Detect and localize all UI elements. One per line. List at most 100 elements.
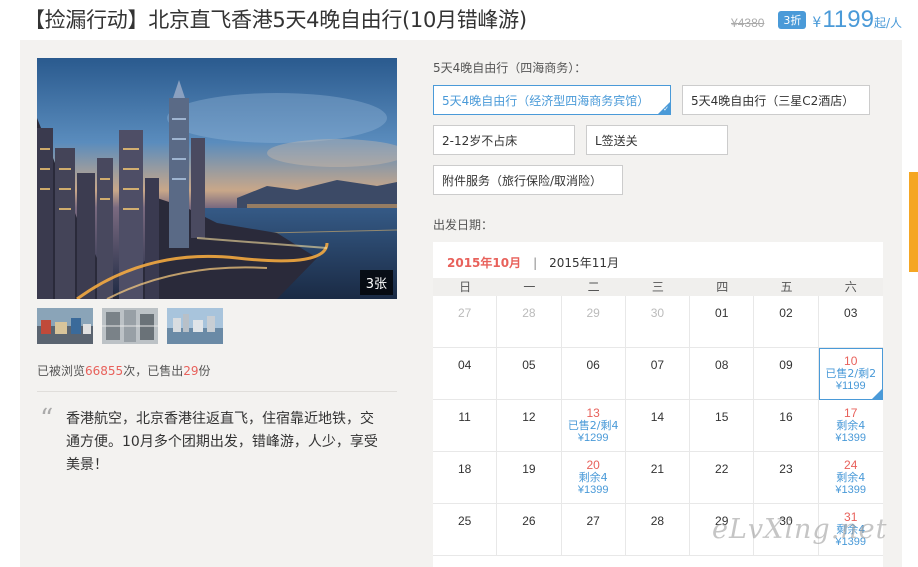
thumbnail-harbor-city[interactable] (167, 308, 223, 344)
thumbnail-street-market[interactable] (37, 308, 93, 344)
calendar-day: 23 (754, 452, 819, 504)
day-number: 22 (715, 462, 729, 476)
package-option-extra-services[interactable]: 附件服务（旅行保险/取消险） (433, 165, 623, 195)
day-number: 07 (650, 358, 665, 372)
day-number: 16 (779, 410, 793, 424)
day-number: 05 (522, 358, 536, 372)
calendar-day-available[interactable]: 17 剩余4 ¥1399 (819, 400, 883, 452)
day-availability: 已售2/剩4 (567, 419, 619, 432)
package-option-child-no-bed[interactable]: 2-12岁不占床 (433, 125, 575, 155)
building-interior-thumb (102, 308, 158, 344)
calendar-day: 04 (433, 348, 498, 400)
calendar-day-available[interactable]: 10 已售2/剩2 ¥1199 (818, 348, 884, 400)
calendar-day: 19 (497, 452, 562, 504)
package-option-label: 5天4晚自由行（三星C2酒店） (691, 93, 855, 108)
calendar-day: 09 (754, 348, 819, 400)
calendar-week: 18 19 20 剩余4 ¥1399 21 22 23 24 剩余4 ¥1399 (433, 452, 883, 504)
day-number: 02 (779, 306, 793, 320)
day-number: 20 (586, 458, 600, 472)
calendar-day: 16 (754, 400, 819, 452)
package-option-label: 5天4晚自由行（经济型四海商务宾馆） (442, 93, 650, 108)
day-number: 24 (844, 458, 858, 472)
calendar-day: 25 (433, 504, 498, 556)
weekday-label: 六 (844, 280, 857, 294)
stats-prefix: 已被浏览 (37, 364, 86, 378)
stats-middle: 次，已售出 (123, 364, 184, 378)
day-number: 23 (779, 462, 793, 476)
package-option-label: L签送关 (595, 133, 638, 148)
street-market-thumb (37, 308, 93, 344)
month-tabs: 2015年10月 | 2015年11月 (447, 254, 619, 271)
calendar-day: 21 (626, 452, 691, 504)
side-float-tab[interactable] (909, 172, 918, 272)
day-number: 04 (457, 358, 472, 372)
calendar-day: 01 (690, 296, 755, 348)
day-number: 19 (522, 462, 536, 476)
calendar-day: 18 (433, 452, 498, 504)
thumbnail-building-interior[interactable] (102, 308, 158, 344)
calendar-day-available[interactable]: 24 剩余4 ¥1399 (819, 452, 883, 504)
day-number: 10 (844, 354, 858, 368)
page-title: 【捡漏行动】北京直飞香港5天4晚自由行(10月错峰游) (24, 8, 527, 32)
currency-symbol: ¥ (812, 15, 822, 31)
product-description: 香港航空，北京香港往返直飞，住宿靠近地铁，交通方便。10月多个团期出发，错峰游，… (66, 411, 378, 473)
weekday-label: 日 (459, 280, 472, 294)
calendar-week: 04 05 06 07 08 09 10 已售2/剩2 ¥1199 (433, 348, 884, 400)
stats-suffix: 份 (198, 364, 211, 378)
day-number: 27 (457, 306, 472, 320)
day-number: 13 (586, 406, 600, 420)
calendar-day: 30 (626, 296, 691, 348)
package-option-label: 2-12岁不占床 (442, 133, 518, 148)
package-option-l-visa[interactable]: L签送关 (586, 125, 728, 155)
thumbnail-strip (37, 308, 223, 344)
booking-panel: 5天4晚自由行（四海商务）： 5天4晚自由行（经济型四海商务宾馆） ✓ 5天4晚… (416, 40, 902, 567)
calendar-day: 02 (754, 296, 819, 348)
calendar-day: 27 (433, 296, 498, 348)
weekday-label: 五 (780, 280, 793, 294)
calendar-day-available[interactable]: 20 剩余4 ¥1399 (562, 452, 626, 504)
calendar-day-available[interactable]: 13 已售2/剩4 ¥1299 (562, 400, 626, 452)
harbor-city-thumb (167, 308, 223, 344)
divider (37, 391, 397, 392)
day-availability: 剩余4 (578, 471, 608, 484)
tab-month-oct[interactable]: 2015年10月 (447, 256, 521, 270)
day-number: 06 (586, 358, 600, 372)
package-option-three-star-hotel[interactable]: 5天4晚自由行（三星C2酒店） (682, 85, 870, 115)
day-number: 01 (715, 306, 729, 320)
discount-badge: 3折 (778, 11, 807, 29)
calendar-week: 11 12 13 已售2/剩4 ¥1299 14 15 16 17 剩余4 ¥1399 (433, 400, 883, 452)
day-number: 28 (650, 514, 665, 528)
calendar-day: 26 (497, 504, 562, 556)
view-count: 66855 (85, 364, 124, 378)
package-label: 5天4晚自由行（四海商务）： (433, 61, 587, 75)
calendar-day: 05 (497, 348, 562, 400)
calendar-day: 14 (626, 400, 691, 452)
calendar-day: 28 (626, 504, 691, 556)
day-number: 29 (586, 306, 600, 320)
day-number: 03 (844, 306, 858, 320)
check-icon: ✓ (663, 105, 669, 113)
tab-month-nov[interactable]: 2015年11月 (549, 256, 619, 270)
calendar-day: 22 (690, 452, 755, 504)
day-number: 18 (457, 462, 472, 476)
day-price: ¥1399 (835, 484, 867, 496)
calendar-day: 08 (690, 348, 755, 400)
day-number: 15 (715, 410, 729, 424)
calendar-day: 28 (497, 296, 562, 348)
day-price: ¥1299 (577, 432, 609, 444)
weekday-label: 一 (523, 280, 536, 294)
day-number: 11 (458, 410, 471, 424)
day-number: 28 (522, 306, 536, 320)
photo-count-badge[interactable]: 3张 (359, 270, 393, 295)
hero-image[interactable]: 3张 (37, 58, 397, 299)
day-price: ¥1399 (577, 484, 609, 496)
day-number: 17 (844, 406, 858, 420)
calendar-day: 07 (626, 348, 691, 400)
package-option-economy-hotel[interactable]: 5天4晚自由行（经济型四海商务宾馆） ✓ (433, 85, 671, 115)
calendar-day: 12 (497, 400, 562, 452)
day-price: ¥1399 (835, 432, 867, 444)
price-box: ¥4380 3折 ¥ 1199 起/人 (731, 6, 902, 34)
page-header: 【捡漏行动】北京直飞香港5天4晚自由行(10月错峰游) ¥4380 3折 ¥ 1… (0, 0, 918, 40)
day-number: 08 (715, 358, 729, 372)
hong-kong-skyline-photo (37, 58, 397, 299)
